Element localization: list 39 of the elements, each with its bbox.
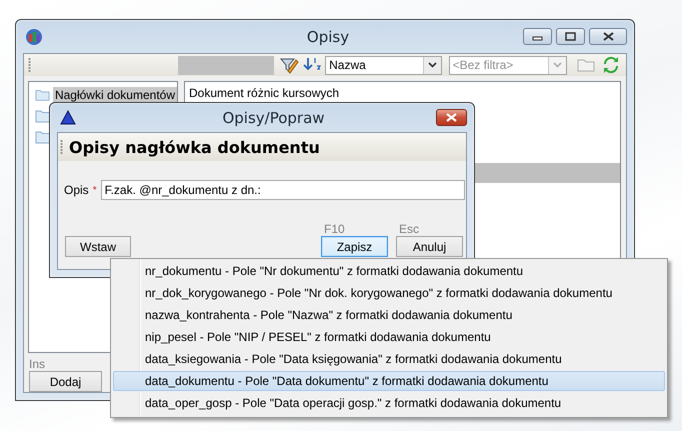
description-field[interactable]: F.zak. @nr_dokumentu z dn.: xyxy=(100,180,465,200)
add-button[interactable]: Dodaj xyxy=(29,371,102,392)
menu-item[interactable]: nr_dok_korygowanego - Pole "Nr dok. korygowanego" z formatki dodawania dokumentu xyxy=(113,283,665,303)
dialog-heading: Opisy nagłówka dokumentu xyxy=(69,138,320,156)
maximize-icon xyxy=(565,32,576,41)
minimize-button[interactable] xyxy=(523,28,552,45)
menu-item[interactable]: nazwa_kontrahenta - Pole "Nazwa" z formatki dodawania dokumentu xyxy=(113,305,665,325)
tree-item[interactable]: Nagłówki dokumentów xyxy=(52,86,177,102)
triangle-icon xyxy=(60,110,76,125)
shortcut-hint: F10 xyxy=(324,222,345,236)
dialog-button[interactable]: Zapisz xyxy=(321,236,388,257)
dialog-button[interactable]: Anuluj xyxy=(396,236,463,257)
sort-dropdown[interactable]: Nazwa xyxy=(325,56,442,74)
field-label: Opis xyxy=(64,183,89,197)
dialog-button[interactable]: Wstaw xyxy=(65,236,131,257)
close-button[interactable] xyxy=(589,28,627,45)
search-field[interactable] xyxy=(178,56,274,74)
shortcut-hint: Esc xyxy=(399,222,420,236)
window-title: Opisy xyxy=(306,28,350,46)
close-icon xyxy=(602,32,614,41)
caret-icon xyxy=(553,62,562,68)
close-button[interactable] xyxy=(436,109,467,126)
caret-icon xyxy=(428,62,437,68)
shortcut-hint: Ins xyxy=(29,357,46,371)
folder-icon xyxy=(35,88,50,102)
filter-pen-icon[interactable] xyxy=(279,56,300,74)
menu-item[interactable]: nr_dokumentu - Pole "Nr dokumentu" z formatki dodawania dokumentu xyxy=(113,261,665,281)
menu-item[interactable]: data_ksiegowania - Pole "Data księgowania" z formatki dodawania dokumentu xyxy=(113,349,665,369)
close-icon xyxy=(446,113,457,122)
menu-item[interactable]: data_dokumentu - Pole "Data dokumentu" z formatki dodawania dokumentu xyxy=(113,371,665,391)
maximize-button[interactable] xyxy=(556,28,585,45)
menu-item[interactable]: nip_pesel - Pole "NIP / PESEL" z formatki dodawania dokumentu xyxy=(113,327,665,347)
refresh-icon[interactable] xyxy=(602,56,620,74)
grip-icon xyxy=(60,139,63,155)
menu-item[interactable]: data_oper_gosp - Pole "Data operacji gosp." z formatki dodawania dokumentu xyxy=(113,393,665,413)
required-mark: * xyxy=(92,184,97,196)
grip-icon xyxy=(28,57,31,73)
app-icon xyxy=(25,28,43,46)
dialog-title: Opisy/Popraw xyxy=(221,108,326,126)
